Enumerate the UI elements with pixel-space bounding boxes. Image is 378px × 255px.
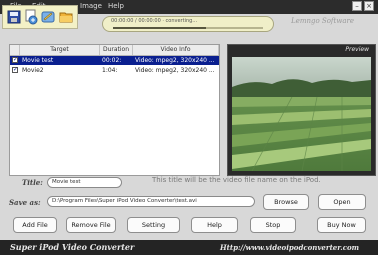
browse-button[interactable]: Browse: [263, 194, 309, 210]
toolbar: [2, 5, 78, 29]
file-list: Target Duration Video Info ✓ Movie test 00…: [9, 44, 220, 176]
file-list-header: Target Duration Video Info: [10, 45, 219, 56]
checkbox-column-header: [10, 45, 20, 55]
app-name: Super iPod Video Converter: [10, 242, 135, 252]
cell-video-info: Video: mpeg2, 320x240 ...: [135, 57, 215, 64]
remove-file-button[interactable]: Remove File: [66, 217, 116, 233]
buy-now-button[interactable]: Buy Now: [317, 217, 366, 233]
menu-help[interactable]: Help: [108, 2, 124, 10]
preview-panel: Preview: [227, 44, 376, 176]
edit-icon[interactable]: [41, 9, 55, 25]
save-icon[interactable]: [7, 9, 21, 25]
save-as-label: Save as:: [9, 198, 41, 207]
cell-duration: 1:04:: [102, 67, 118, 74]
table-row[interactable]: ✓ Movie2 1:04: Video: mpeg2, 320x240 ...: [10, 66, 219, 75]
title-hint-text: This title will be the video file name o…: [152, 176, 321, 184]
cell-duration: 00:02:: [102, 57, 122, 64]
save-as-input[interactable]: D:\Program Files\Super iPod Video Conver…: [47, 196, 255, 207]
progress-bar: [113, 27, 263, 29]
minimize-button[interactable]: –: [352, 1, 362, 11]
cell-video-info: Video: mpeg2, 320x240 ...: [135, 67, 215, 74]
status-text: 00:00:00 / 00:00:00 · converting…: [111, 18, 198, 24]
preview-title: Preview: [345, 46, 369, 53]
menu-image[interactable]: Image: [80, 2, 102, 10]
stop-button[interactable]: Stop: [250, 217, 296, 233]
column-header-video-info[interactable]: Video Info: [133, 45, 219, 55]
row-checkbox[interactable]: ✓: [12, 67, 18, 73]
close-button[interactable]: ×: [364, 1, 374, 11]
title-label: Title:: [22, 178, 43, 187]
setting-button[interactable]: Setting: [127, 217, 180, 233]
row-checkbox[interactable]: ✓: [12, 57, 18, 63]
add-file-button[interactable]: Add File: [13, 217, 57, 233]
column-header-target[interactable]: Target: [20, 45, 100, 55]
title-input[interactable]: Movie test: [47, 177, 122, 188]
table-row[interactable]: ✓ Movie test 00:02: Video: mpeg2, 320x240 .…: [10, 56, 219, 65]
help-button[interactable]: Help: [191, 217, 238, 233]
conversion-status: 00:00:00 / 00:00:00 · converting…: [102, 16, 274, 32]
website-link[interactable]: Http://www.videoipodconverter.com: [220, 243, 359, 252]
app-window: File Edit Image Help – × Lemngo Software…: [0, 0, 378, 255]
open-button[interactable]: Open: [318, 194, 366, 210]
open-folder-icon[interactable]: [59, 9, 73, 25]
convert-icon[interactable]: [24, 9, 38, 25]
brand-logo-text: Lemngo Software: [291, 17, 354, 25]
cell-target: Movie test: [22, 57, 54, 64]
preview-video-frame: [232, 57, 371, 171]
column-header-duration[interactable]: Duration: [100, 45, 133, 55]
progress-fill: [113, 27, 206, 29]
cell-target: Movie2: [22, 67, 44, 74]
